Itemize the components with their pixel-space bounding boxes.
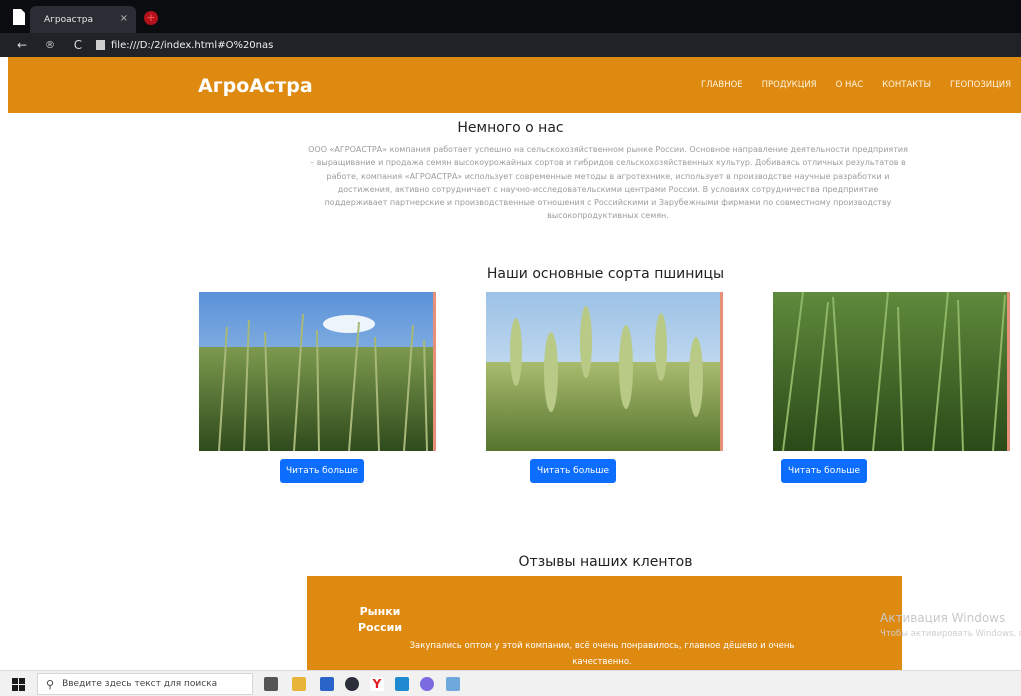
nav-item-home[interactable]: ГЛАВНОЕ (701, 80, 743, 90)
close-icon[interactable]: × (120, 13, 128, 24)
vscode-icon[interactable] (395, 677, 409, 691)
review-text: Закупались оптом у этой компании, всё оч… (409, 641, 795, 667)
task-view-icon[interactable] (264, 677, 278, 691)
windows-taskbar: ⚲ Введите здесь текст для поиска Y (0, 670, 1021, 696)
file-explorer-icon[interactable] (292, 677, 306, 691)
url-field[interactable]: file:///D:/2/index.html#О%20nas (111, 40, 273, 51)
windows-start-icon[interactable] (12, 678, 25, 691)
nav-item-geoposition[interactable]: ГЕОПОЗИЦИЯ (950, 80, 1011, 90)
search-icon: ⚲ (46, 677, 55, 691)
brand-logo[interactable]: АгроАстра (198, 75, 313, 97)
review-author: Рынки России (357, 605, 403, 634)
file-icon (96, 40, 105, 50)
about-text: ООО «АГРОАСТРА» компания работает успешн… (308, 145, 908, 221)
nav-item-about[interactable]: О НАС (836, 80, 864, 90)
steam-icon[interactable] (345, 677, 359, 691)
nav-item-products[interactable]: ПРОДУКЦИЯ (762, 80, 817, 90)
browser-tabbar: Агроастра × + (0, 0, 1021, 33)
read-more-button-1[interactable]: Читать больше (280, 459, 364, 483)
app-icon[interactable] (420, 677, 434, 691)
site-header: АгроАстра ГЛАВНОЕ ПРОДУКЦИЯ О НАС КОНТАК… (8, 57, 1021, 113)
wheat-image-2 (486, 292, 723, 451)
wheat-image-3 (773, 292, 1010, 451)
nav-item-contacts[interactable]: КОНТАКТЫ (882, 80, 931, 90)
yandex-browser-icon[interactable]: Y (370, 677, 384, 691)
store-icon[interactable] (320, 677, 334, 691)
reviews-title: Отзывы наших клентов (518, 554, 693, 570)
taskbar-search-input[interactable]: ⚲ Введите здесь текст для поиска (37, 673, 253, 695)
new-tab-button[interactable]: + (144, 11, 158, 25)
wheat-image-1 (199, 292, 436, 451)
document-icon (13, 8, 25, 25)
tab-title: Агроастра (44, 14, 94, 25)
read-more-button-2[interactable]: Читать больше (530, 459, 616, 483)
browser-tab[interactable]: Агроастра × (30, 6, 136, 33)
taskbar-search-placeholder: Введите здесь текст для поиска (62, 679, 218, 689)
read-more-button-3[interactable]: Читать больше (781, 459, 867, 483)
review-card: Рынки России Закупались оптом у этой ком… (307, 576, 902, 672)
back-arrow-icon[interactable]: ← (12, 38, 32, 52)
activation-watermark-subtitle: Чтобы активировать Windows, п (880, 629, 1021, 639)
address-bar: ← ® C file:///D:/2/index.html#О%20nas (0, 33, 1021, 57)
varieties-title: Наши основные сорта пшиницы (486, 266, 725, 282)
notepad-icon[interactable] (446, 677, 460, 691)
reload-icon[interactable]: C (68, 38, 88, 52)
extension-icon[interactable]: ® (40, 40, 60, 51)
about-title: Немного о нас (457, 120, 564, 136)
main-nav: ГЛАВНОЕ ПРОДУКЦИЯ О НАС КОНТАКТЫ ГЕОПОЗИ… (701, 80, 1011, 90)
activation-watermark-title: Активация Windows (880, 611, 1006, 625)
